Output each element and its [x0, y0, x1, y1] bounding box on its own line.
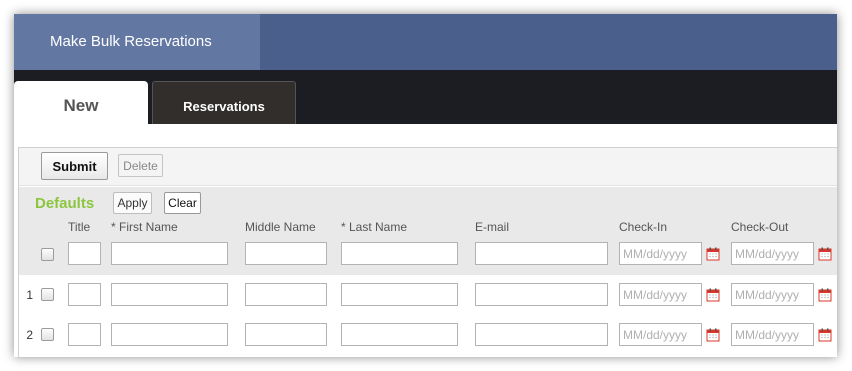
form-toolbar: Submit Delete: [19, 148, 837, 186]
tab-reservations[interactable]: Reservations: [152, 81, 296, 124]
title-field[interactable]: [68, 323, 101, 346]
email-field[interactable]: [475, 323, 608, 346]
check-in-field[interactable]: [619, 283, 702, 306]
email-field[interactable]: [475, 283, 608, 306]
defaults-row: [19, 240, 837, 275]
header-bar: Make Bulk Reservations: [14, 14, 837, 70]
check-in-field[interactable]: [619, 242, 702, 265]
first-name-field[interactable]: [111, 283, 228, 306]
column-header-last-name: * Last Name: [341, 220, 408, 234]
reservation-form-panel: Submit Delete Defaults Apply Clear Title…: [18, 147, 837, 357]
column-header-check-out: Check-Out: [731, 220, 789, 234]
calendar-icon[interactable]: [706, 328, 720, 342]
calendar-icon[interactable]: [706, 288, 720, 302]
table-row: 2: [19, 315, 837, 355]
bulk-reservations-window: Make Bulk Reservations New Reservations …: [14, 14, 837, 357]
first-name-field[interactable]: [111, 242, 228, 265]
row-checkbox[interactable]: [41, 288, 54, 301]
calendar-icon[interactable]: [818, 247, 832, 261]
row-number: 1: [26, 288, 33, 302]
email-field[interactable]: [475, 242, 608, 265]
middle-name-field[interactable]: [245, 242, 327, 265]
first-name-field[interactable]: [111, 323, 228, 346]
table-row: 1: [19, 275, 837, 315]
calendar-icon[interactable]: [818, 288, 832, 302]
calendar-icon[interactable]: [706, 247, 720, 261]
column-header-title: Title: [68, 220, 91, 234]
defaults-section: Defaults Apply Clear Title * First Name …: [19, 187, 837, 275]
last-name-field[interactable]: [341, 242, 458, 265]
delete-button[interactable]: Delete: [118, 154, 163, 177]
row-number: 2: [26, 328, 33, 342]
last-name-field[interactable]: [341, 323, 458, 346]
column-header-check-in: Check-In: [619, 220, 668, 234]
middle-name-field[interactable]: [245, 283, 327, 306]
defaults-label: Defaults: [35, 195, 95, 212]
clear-defaults-button[interactable]: Clear: [164, 192, 201, 214]
title-field[interactable]: [68, 283, 101, 306]
defaults-row-checkbox[interactable]: [41, 248, 54, 261]
tab-bar: New Reservations: [14, 70, 837, 124]
last-name-field[interactable]: [341, 283, 458, 306]
row-checkbox[interactable]: [41, 328, 54, 341]
apply-defaults-button[interactable]: Apply: [113, 192, 152, 214]
calendar-icon[interactable]: [818, 328, 832, 342]
column-header-first-name: * First Name: [111, 220, 178, 234]
middle-name-field[interactable]: [245, 323, 327, 346]
submit-button[interactable]: Submit: [41, 152, 108, 180]
tab-new[interactable]: New: [14, 81, 148, 124]
check-out-field[interactable]: [731, 323, 814, 346]
column-header-email: E-mail: [475, 220, 510, 234]
title-field[interactable]: [68, 242, 101, 265]
page-title: Make Bulk Reservations: [14, 14, 260, 70]
column-header-middle-name: Middle Name: [245, 220, 316, 234]
check-in-field[interactable]: [619, 323, 702, 346]
check-out-field[interactable]: [731, 242, 814, 265]
check-out-field[interactable]: [731, 283, 814, 306]
